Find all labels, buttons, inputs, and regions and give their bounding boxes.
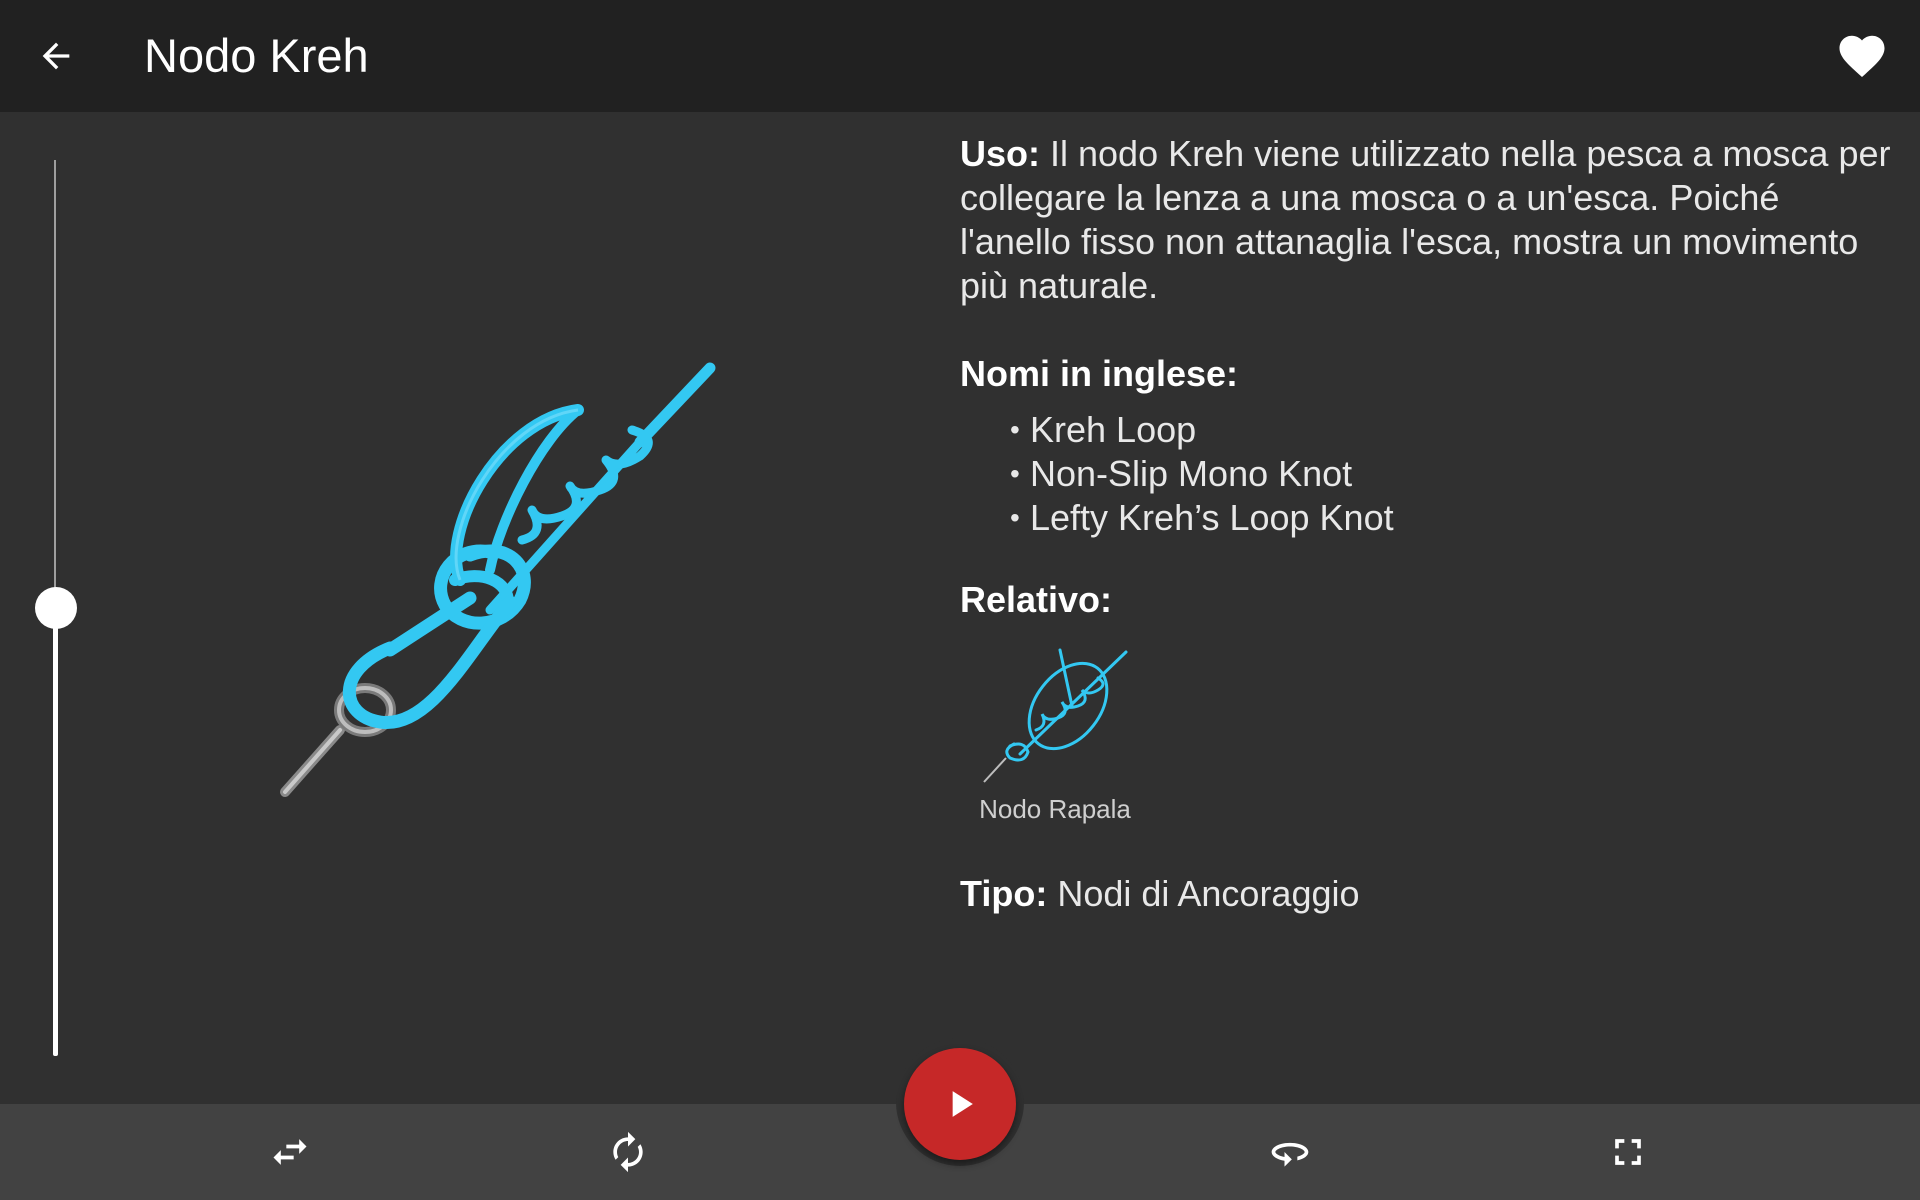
type-value: Nodi di Ancoraggio — [1047, 873, 1360, 914]
favorite-button[interactable] — [1822, 16, 1902, 96]
autorenew-icon — [613, 1131, 643, 1173]
swap-horiz-icon — [273, 1139, 307, 1165]
related-knot-card[interactable]: Nodo Rapala — [960, 646, 1150, 826]
app-root: Nodo Kreh Uso: Il nodo Kreh viene utiliz… — [0, 0, 1920, 1200]
heart-icon — [1839, 35, 1885, 78]
page-title: Nodo Kreh — [144, 29, 369, 82]
knot-illustration[interactable] — [240, 330, 760, 830]
knot-info-panel: Uso: Il nodo Kreh viene utilizzato nella… — [960, 132, 1900, 916]
related-knot-thumbnail — [983, 648, 1128, 783]
fullscreen-button[interactable] — [1588, 1112, 1668, 1192]
slider-thumb[interactable] — [35, 587, 77, 629]
knot-image — [280, 362, 716, 797]
usage-label: Uso: — [960, 133, 1040, 174]
app-bar: Nodo Kreh — [0, 0, 1920, 112]
reset-button[interactable] — [588, 1112, 668, 1192]
usage-paragraph: Uso: Il nodo Kreh viene utilizzato nella… — [960, 132, 1900, 308]
slider-track-active — [53, 608, 58, 1056]
english-names-title: Nomi in inglese: — [960, 353, 1239, 394]
list-item: Lefty Kreh’s Loop Knot — [1010, 496, 1900, 540]
mirror-button[interactable] — [250, 1112, 330, 1192]
type-paragraph: Tipo: Nodi di Ancoraggio — [960, 872, 1900, 916]
list-item: Non-Slip Mono Knot — [1010, 452, 1900, 496]
english-names-list: Kreh Loop Non-Slip Mono Knot Lefty Kreh’… — [1010, 408, 1900, 540]
related-title: Relativo: — [960, 579, 1113, 620]
type-label: Tipo: — [960, 873, 1048, 914]
back-button[interactable] — [20, 16, 92, 96]
play-button[interactable] — [904, 1048, 1016, 1160]
usage-text: Il nodo Kreh viene utilizzato nella pesc… — [960, 133, 1891, 306]
rotate-360-icon — [1271, 1142, 1309, 1167]
fullscreen-icon — [1615, 1139, 1641, 1165]
play-icon — [952, 1091, 973, 1117]
animation-step-slider[interactable] — [26, 160, 86, 1056]
list-item: Kreh Loop — [1010, 408, 1900, 452]
rotate-button[interactable] — [1250, 1112, 1330, 1192]
slider-track-inactive — [54, 160, 56, 608]
arrow-back-icon — [42, 42, 70, 70]
related-knot-label: Nodo Rapala — [979, 794, 1131, 824]
